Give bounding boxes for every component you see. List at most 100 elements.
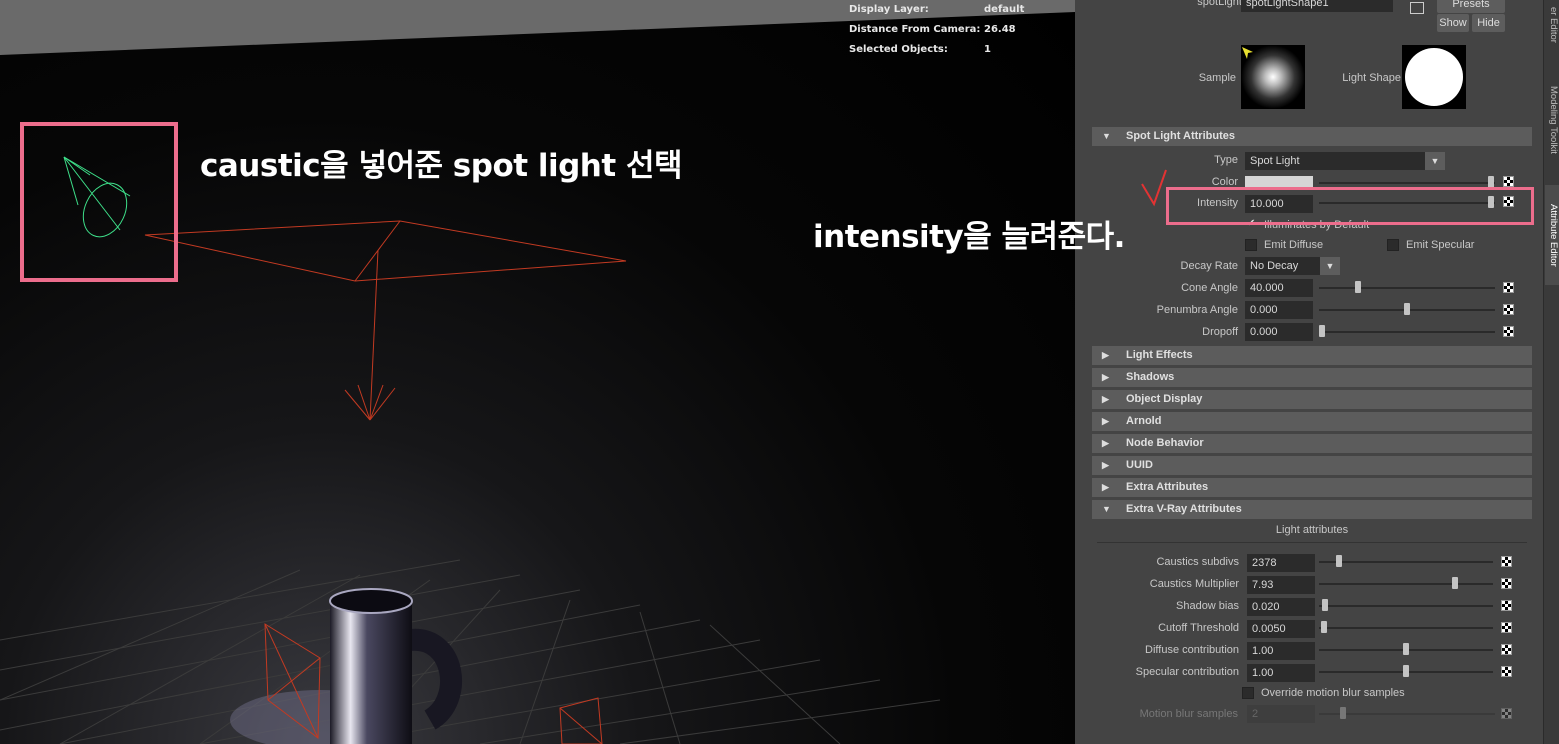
annotation-box-intensity — [1166, 187, 1534, 225]
hud-row-selected: Selected Objects: 1 — [849, 40, 1024, 60]
divider — [1097, 542, 1527, 543]
vray-attr-field[interactable]: 0.020 — [1247, 598, 1315, 616]
vray-attr-label: Caustics Multiplier — [1149, 578, 1239, 590]
section-extra-vray-attributes[interactable]: ▼ Extra V-Ray Attributes — [1092, 500, 1532, 519]
emit-diffuse-checkbox[interactable] — [1245, 239, 1257, 251]
3d-viewport[interactable]: Display Layer: default Distance From Cam… — [0, 0, 1075, 744]
vray-attr-label: Cutoff Threshold — [1158, 622, 1239, 634]
vray-attr-slider-handle[interactable] — [1403, 665, 1409, 677]
dropoff-slider-handle[interactable] — [1319, 325, 1325, 337]
cone-angle-label: Cone Angle — [1181, 282, 1238, 294]
vray-attr-map-button[interactable] — [1501, 622, 1512, 633]
hud-key: Distance From Camera: — [849, 24, 981, 35]
motion-blur-samples-slider-handle[interactable] — [1340, 707, 1346, 719]
color-slider[interactable] — [1319, 182, 1495, 184]
section-extra-attributes[interactable]: ▶ Extra Attributes — [1092, 478, 1532, 497]
color-map-button[interactable] — [1503, 176, 1514, 187]
chevron-down-icon[interactable]: ▼ — [1425, 152, 1445, 170]
vray-attr-map-button[interactable] — [1501, 556, 1512, 567]
emit-diffuse-label: Emit Diffuse — [1264, 239, 1324, 251]
motion-blur-samples-map-button[interactable] — [1501, 708, 1512, 719]
node-name-field[interactable]: spotLightShape1 — [1241, 0, 1393, 12]
penumbra-angle-slider-handle[interactable] — [1404, 303, 1410, 315]
cone-angle-slider[interactable] — [1319, 287, 1495, 289]
cone-angle-field[interactable]: 40.000 — [1245, 279, 1313, 297]
vray-attr-field[interactable]: 1.00 — [1247, 664, 1315, 682]
vray-attr-slider-handle[interactable] — [1403, 643, 1409, 655]
hud-value: 26.48 — [984, 24, 1016, 35]
vray-attr-slider[interactable] — [1319, 605, 1493, 607]
collapsed-triangle-icon: ▶ — [1102, 482, 1109, 492]
collapsed-triangle-icon: ▶ — [1102, 416, 1109, 426]
collapsed-triangle-icon: ▶ — [1102, 394, 1109, 404]
area-light — [144, 220, 627, 421]
vray-attr-map-button[interactable] — [1501, 666, 1512, 677]
vray-attr-slider-handle[interactable] — [1322, 599, 1328, 611]
vray-attr-map-button[interactable] — [1501, 600, 1512, 611]
tab-modeling-toolkit[interactable]: Modeling Toolkit — [1545, 70, 1559, 170]
vray-attr-slider[interactable] — [1319, 583, 1493, 585]
collapsed-triangle-icon: ▶ — [1102, 350, 1109, 360]
vray-attr-label: Diffuse contribution — [1145, 644, 1239, 656]
section-node-behavior[interactable]: ▶ Node Behavior — [1092, 434, 1532, 453]
annotation-box-spot-light — [20, 122, 178, 282]
section-title: Extra Attributes — [1126, 481, 1209, 493]
chevron-down-icon[interactable]: ▼ — [1320, 257, 1340, 275]
section-uuid[interactable]: ▶ UUID — [1092, 456, 1532, 475]
light-shape-swatch — [1402, 45, 1466, 109]
hide-button[interactable]: Hide — [1472, 14, 1505, 32]
section-light-effects[interactable]: ▶ Light Effects — [1092, 346, 1532, 365]
vray-attr-slider-handle[interactable] — [1336, 555, 1342, 567]
tab-attribute-editor[interactable]: Attribute Editor — [1545, 185, 1559, 285]
vray-attr-label: Specular contribution — [1135, 666, 1239, 678]
mug-model[interactable] — [329, 588, 462, 744]
vray-attr-label: Caustics subdivs — [1156, 556, 1239, 568]
vray-attr-map-button[interactable] — [1501, 644, 1512, 655]
section-arnold[interactable]: ▶ Arnold — [1092, 412, 1532, 431]
hud-key: Display Layer: — [849, 4, 929, 15]
vray-attr-field[interactable]: 2378 — [1247, 554, 1315, 572]
expanded-triangle-icon: ▼ — [1102, 131, 1111, 141]
vray-attr-slider[interactable] — [1319, 561, 1493, 563]
penumbra-angle-map-button[interactable] — [1503, 304, 1514, 315]
section-shadows[interactable]: ▶ Shadows — [1092, 368, 1532, 387]
attribute-editor: spotLight: spotLightShape1 Presets Show … — [1075, 0, 1543, 744]
vray-attr-field[interactable]: 1.00 — [1247, 642, 1315, 660]
decay-rate-dropdown[interactable]: No Decay — [1245, 257, 1320, 275]
emit-specular-checkbox[interactable] — [1387, 239, 1399, 251]
dropoff-label: Dropoff — [1202, 326, 1238, 338]
penumbra-angle-label: Penumbra Angle — [1156, 304, 1238, 316]
vray-attr-field[interactable]: 0.0050 — [1247, 620, 1315, 638]
section-object-display[interactable]: ▶ Object Display — [1092, 390, 1532, 409]
vray-attr-map-button[interactable] — [1501, 578, 1512, 589]
vray-attr-slider-handle[interactable] — [1321, 621, 1327, 633]
emit-specular-label: Emit Specular — [1406, 239, 1475, 251]
scene-graphics — [0, 0, 1075, 744]
motion-blur-samples-field[interactable]: 2 — [1247, 705, 1315, 723]
tab-editor[interactable]: er Editor — [1545, 0, 1559, 50]
override-motion-blur-checkbox[interactable] — [1242, 687, 1254, 699]
show-button[interactable]: Show — [1437, 14, 1469, 32]
side-tab-bar: er Editor Modeling Toolkit Attribute Edi… — [1543, 0, 1559, 744]
section-title: Shadows — [1126, 371, 1175, 383]
dropoff-slider[interactable] — [1319, 331, 1495, 333]
section-title: Light Effects — [1126, 349, 1193, 361]
decay-rate-label: Decay Rate — [1180, 260, 1238, 272]
cone-angle-map-button[interactable] — [1503, 282, 1514, 293]
section-spot-light-attributes[interactable]: ▼ Spot Light Attributes — [1092, 127, 1532, 146]
vray-attr-slider[interactable] — [1319, 627, 1493, 629]
penumbra-angle-field[interactable]: 0.000 — [1245, 301, 1313, 319]
cone-angle-slider-handle[interactable] — [1355, 281, 1361, 293]
annotation-select-spot-light: caustic을 넣어준 spot light 선택 — [200, 148, 683, 184]
presets-button[interactable]: Presets — [1437, 0, 1505, 13]
dropoff-map-button[interactable] — [1503, 326, 1514, 337]
hud-row-distance: Distance From Camera: 26.48 — [849, 20, 1024, 40]
collapsed-triangle-icon: ▶ — [1102, 460, 1109, 470]
hud-value: 1 — [984, 44, 991, 55]
type-dropdown[interactable]: Spot Light — [1245, 152, 1425, 170]
dropoff-field[interactable]: 0.000 — [1245, 323, 1313, 341]
vray-attr-slider-handle[interactable] — [1452, 577, 1458, 589]
pin-icon[interactable] — [1239, 44, 1257, 62]
focus-icon[interactable] — [1410, 2, 1424, 14]
vray-attr-field[interactable]: 7.93 — [1247, 576, 1315, 594]
